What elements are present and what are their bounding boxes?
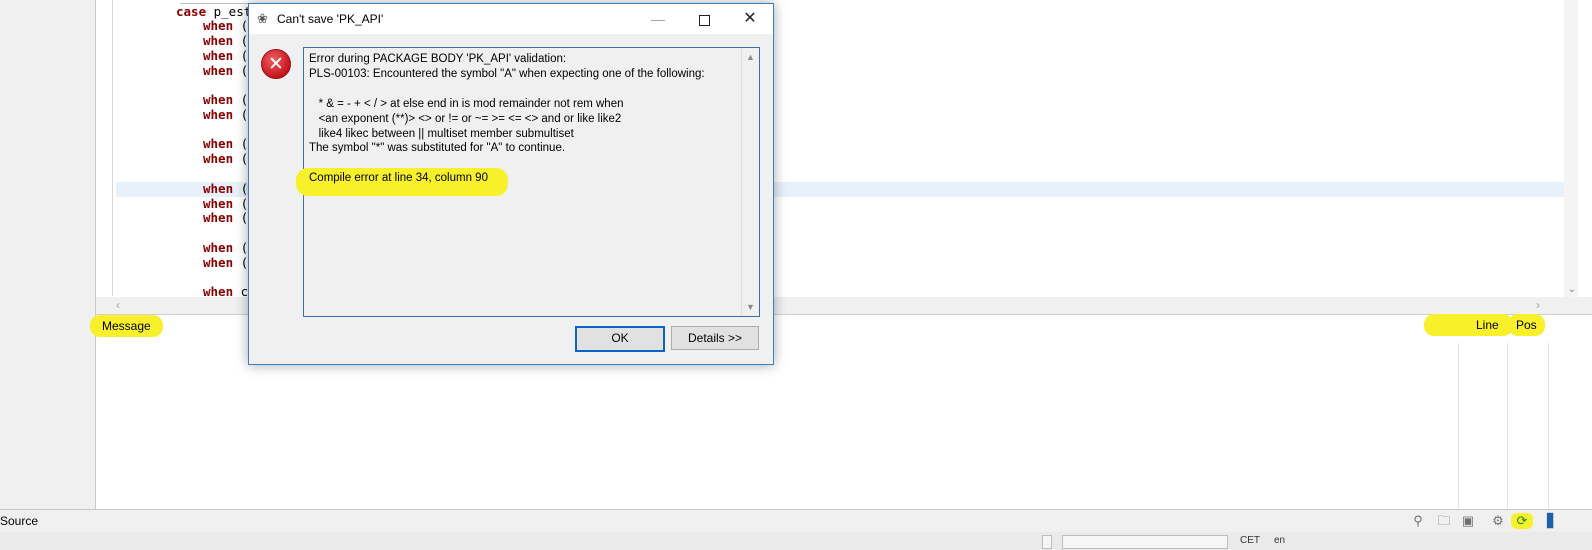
- code-line-3[interactable]: when (: [203, 33, 248, 48]
- code-line-4[interactable]: when (: [203, 48, 248, 63]
- keyword: when: [203, 107, 234, 122]
- keyword: when: [203, 181, 234, 196]
- ok-button[interactable]: OK: [575, 326, 665, 352]
- keyword: case: [176, 4, 207, 19]
- editor-vertical-scrollbar[interactable]: ⌄: [1564, 0, 1578, 300]
- code-text: (: [233, 240, 249, 255]
- message-line: <an exponent (**)> <> or != or ~= >= <= …: [309, 113, 622, 125]
- code-line-9[interactable]: when (: [203, 151, 248, 166]
- code-line-8[interactable]: when (: [203, 136, 248, 151]
- column-separator: [1458, 343, 1459, 509]
- code-text: (: [233, 210, 249, 225]
- maximize-button[interactable]: [681, 4, 727, 34]
- dialog-titlebar[interactable]: ❀ Can't save 'PK_API' — ✕: [249, 4, 773, 34]
- keyword: when: [203, 210, 234, 225]
- error-icon: ✕: [261, 49, 291, 79]
- code-text: (: [233, 63, 249, 78]
- code-text: (: [233, 92, 249, 107]
- message-scrollbar[interactable]: ▲ ▼: [741, 48, 759, 316]
- save-icon[interactable]: ▣: [1460, 513, 1476, 529]
- keyword: when: [203, 240, 234, 255]
- dialog-title: Can't save 'PK_API': [277, 12, 384, 26]
- folder-icon[interactable]: 🗀: [1436, 513, 1452, 529]
- keyword: when: [203, 48, 234, 63]
- column-header-message[interactable]: Message: [90, 315, 163, 337]
- code-line-2[interactable]: when (: [203, 18, 248, 33]
- close-button[interactable]: ✕: [727, 4, 773, 34]
- scroll-up-icon[interactable]: ▲: [746, 52, 755, 62]
- code-text: (: [233, 181, 249, 196]
- compile-icon[interactable]: ⚙: [1490, 513, 1506, 529]
- search-icon[interactable]: ⚲: [1410, 513, 1426, 529]
- keyword: when: [203, 92, 234, 107]
- compile-error-line: Compile error at line 34, column 90: [309, 172, 488, 184]
- code-line-6[interactable]: when (: [203, 92, 248, 107]
- keyword: when: [203, 255, 234, 270]
- minimize-button[interactable]: —: [635, 4, 681, 34]
- message-line: * & = - + < / > at else end in is mod re…: [309, 98, 624, 110]
- code-text: (: [233, 136, 249, 151]
- scroll-down-icon[interactable]: ⌄: [1568, 284, 1576, 295]
- code-line-11[interactable]: when (: [203, 196, 248, 211]
- error-message-textbox[interactable]: Error during PACKAGE BODY 'PK_API' valid…: [296, 47, 760, 317]
- message-line: The symbol "*" was substituted for "A" t…: [309, 142, 566, 154]
- message-line: like4 likec between || multiset member s…: [309, 128, 574, 140]
- left-gutter: [0, 0, 96, 512]
- status-indicator: [1042, 535, 1052, 549]
- keyword: when: [203, 196, 234, 211]
- message-line: PLS-00103: Encountered the symbol "A" wh…: [309, 68, 705, 80]
- code-line-13[interactable]: when (: [203, 240, 248, 255]
- column-separator: [1507, 343, 1508, 509]
- language-label[interactable]: en: [1274, 535, 1285, 546]
- scroll-down-icon[interactable]: ▼: [746, 302, 755, 312]
- maximize-icon: [698, 14, 710, 26]
- details-button[interactable]: Details >>: [671, 326, 759, 350]
- code-text: (: [233, 48, 249, 63]
- terminal-icon[interactable]: ▋: [1544, 513, 1560, 529]
- source-tab[interactable]: Source: [0, 514, 38, 528]
- code-line-5[interactable]: when (: [203, 63, 248, 78]
- message-line: Error during PACKAGE BODY 'PK_API' valid…: [309, 53, 567, 65]
- editor-fold-line: [112, 0, 113, 296]
- scroll-right-icon[interactable]: ›: [1536, 297, 1540, 314]
- keyword: when: [203, 151, 234, 166]
- code-text: (: [233, 151, 249, 166]
- code-line-10[interactable]: when (: [203, 181, 248, 196]
- bottom-toolbar: Source ⚲ 🗀 ▣ ⚙ ⟳ ▋: [0, 509, 1592, 533]
- code-line-12[interactable]: when (: [203, 210, 248, 225]
- column-separator: [1548, 343, 1549, 509]
- code-text: (: [233, 33, 249, 48]
- code-text: (: [233, 107, 249, 122]
- error-dialog: ❀ Can't save 'PK_API' — ✕ ✕ Error during…: [248, 3, 774, 365]
- code-text: (: [233, 255, 249, 270]
- keyword: when: [203, 18, 234, 33]
- code-text: p_est: [206, 4, 252, 19]
- status-strip: CET en: [0, 532, 1592, 550]
- code-text: (: [233, 196, 249, 211]
- column-header-pos[interactable]: Pos: [1508, 314, 1545, 336]
- code-text: (: [233, 18, 249, 33]
- code-line-1[interactable]: case p_est: [176, 4, 251, 19]
- code-line-7[interactable]: when (: [203, 107, 248, 122]
- keyword: when: [203, 33, 234, 48]
- column-header-line[interactable]: Line: [1424, 314, 1513, 336]
- app-window: case p_est when ( when ( when ( when ( w…: [0, 0, 1592, 550]
- code-line-14[interactable]: when (: [203, 255, 248, 270]
- status-field: [1062, 535, 1228, 549]
- app-icon: ❀: [257, 11, 268, 26]
- timezone-label: CET: [1240, 535, 1260, 546]
- scroll-left-icon[interactable]: ‹: [116, 297, 120, 314]
- keyword: when: [203, 63, 234, 78]
- keyword: when: [203, 136, 234, 151]
- execute-icon[interactable]: ⟳: [1511, 513, 1533, 529]
